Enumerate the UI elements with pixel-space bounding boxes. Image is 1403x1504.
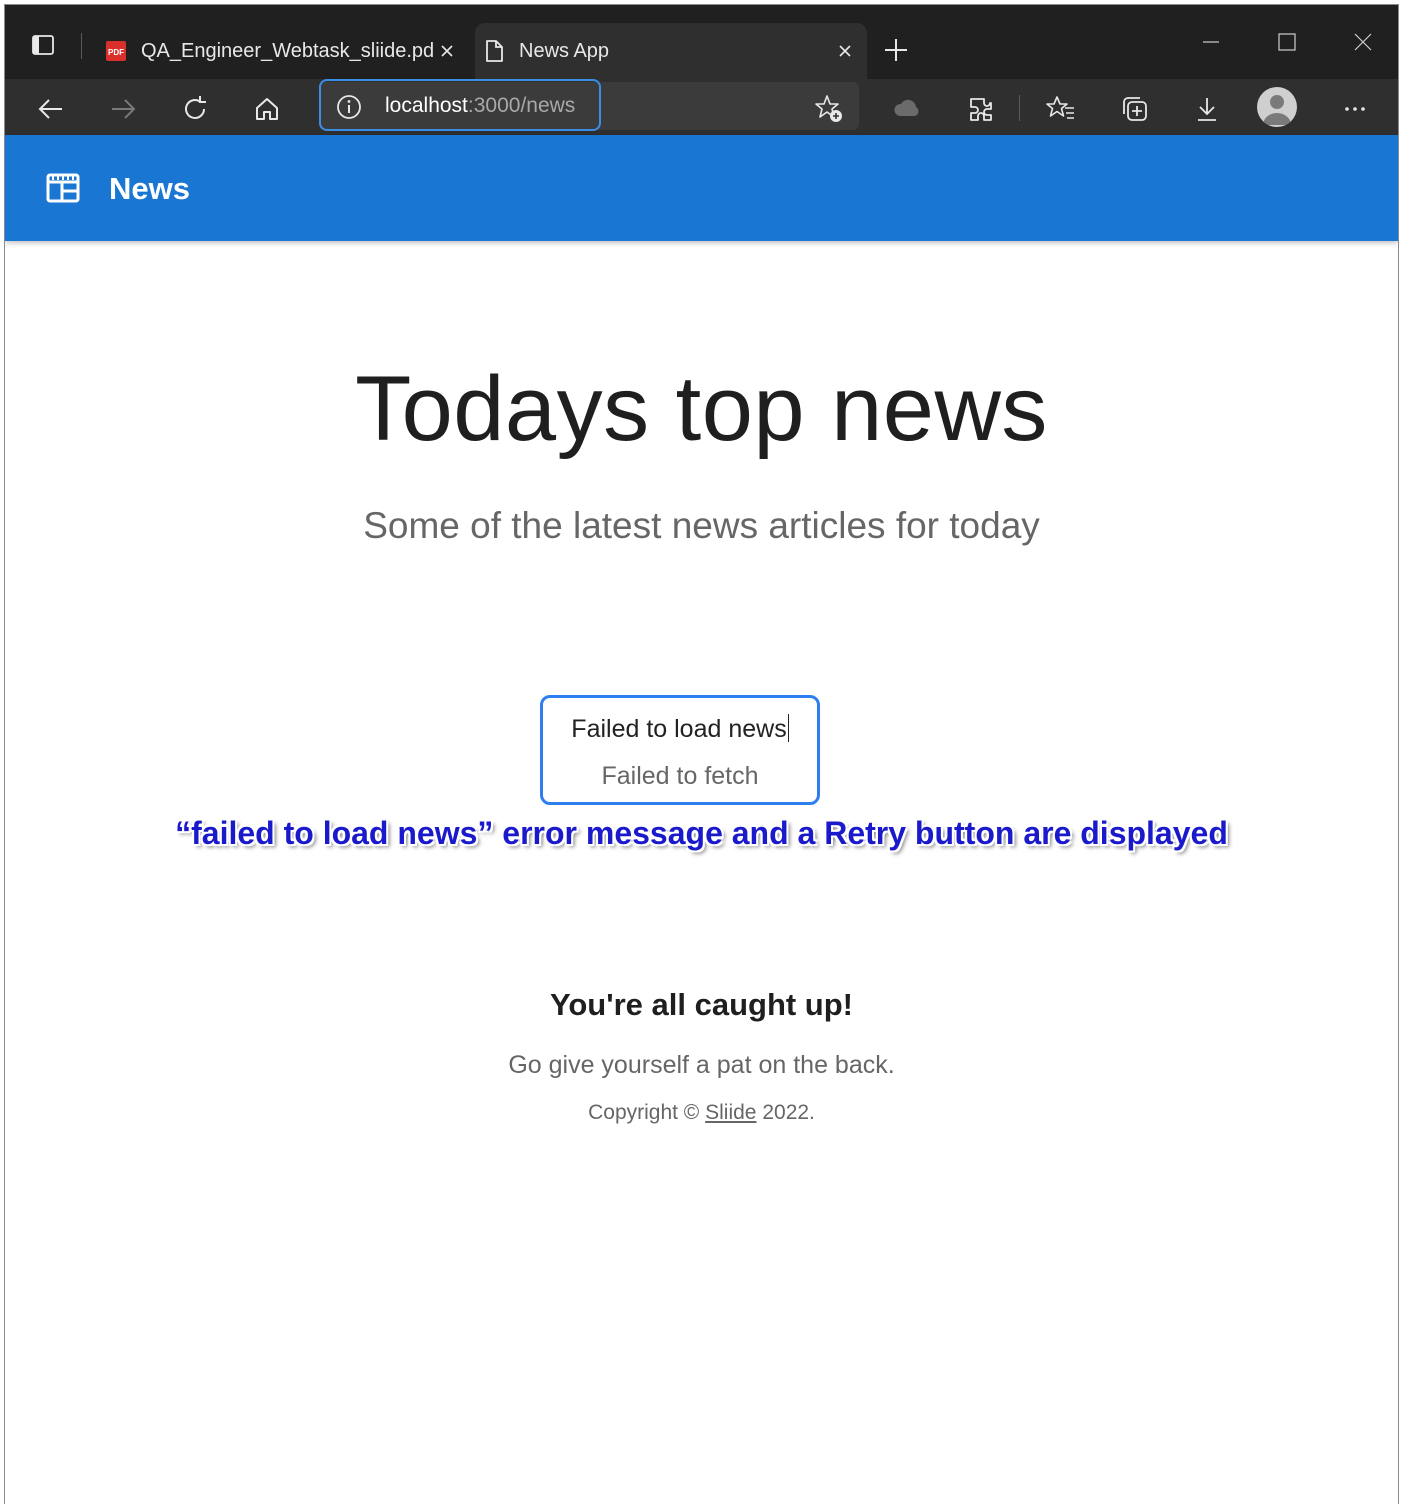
extensions-icon[interactable]	[963, 91, 999, 127]
download-icon[interactable]	[1189, 91, 1225, 127]
error-message: Failed to load news	[543, 714, 817, 744]
sliide-link[interactable]: Sliide	[705, 1101, 756, 1124]
copyright-prefix: Copyright ©	[588, 1101, 700, 1124]
page-subtitle: Some of the latest news articles for tod…	[363, 505, 1040, 546]
address-path: :3000/news	[467, 94, 576, 117]
home-icon[interactable]	[249, 91, 285, 127]
tab-strip: PDF QA_Engineer_Webtask_sliide.pdf News …	[5, 5, 1398, 79]
profile-avatar-icon[interactable]	[1257, 87, 1297, 127]
window-close-icon[interactable]	[1343, 27, 1383, 57]
copyright-year: 2022.	[762, 1101, 815, 1124]
tab-title: News App	[519, 39, 610, 62]
close-icon[interactable]	[831, 37, 859, 65]
retry-button[interactable]: Failed to fetch	[543, 762, 817, 791]
tab-title: QA_Engineer_Webtask_sliide.pdf	[141, 39, 433, 62]
back-arrow-icon[interactable]	[33, 91, 69, 127]
collections-icon[interactable]	[1117, 91, 1153, 127]
annotation-caption: “failed to load news” error message and …	[175, 815, 1228, 851]
app-bar: News	[5, 135, 1398, 241]
cloud-icon[interactable]	[889, 91, 925, 127]
address-host: localhost	[385, 94, 468, 117]
page-icon	[481, 38, 507, 64]
tab-pdf[interactable]: PDF QA_Engineer_Webtask_sliide.pdf	[97, 23, 469, 79]
favorites-icon[interactable]	[1043, 91, 1079, 127]
text-cursor	[787, 714, 789, 742]
toolbar-separator	[1019, 95, 1020, 121]
pdf-icon: PDF	[103, 38, 129, 64]
info-icon[interactable]	[335, 93, 363, 121]
tab-actions-icon[interactable]	[31, 33, 55, 57]
forward-arrow-icon[interactable]	[105, 91, 141, 127]
svg-text:PDF: PDF	[108, 48, 124, 57]
address-text[interactable]: localhost:3000/news	[385, 94, 575, 118]
error-message-text: Failed to load news	[571, 715, 787, 743]
minimize-icon[interactable]	[1191, 27, 1231, 57]
page-title: Todays top news	[355, 358, 1048, 460]
maximize-icon[interactable]	[1267, 27, 1307, 57]
copyright: Copyright © Sliide 2022.	[5, 1101, 1398, 1125]
error-card: Failed to load news Failed to fetch	[540, 695, 820, 805]
add-favorite-icon[interactable]	[811, 91, 847, 127]
tab-news-app[interactable]: News App	[475, 23, 867, 79]
newspaper-icon	[45, 172, 81, 204]
close-icon[interactable]	[433, 37, 461, 65]
browser-window: PDF QA_Engineer_Webtask_sliide.pdf News …	[4, 4, 1399, 1504]
refresh-icon[interactable]	[177, 91, 213, 127]
new-tab-icon[interactable]	[881, 35, 911, 65]
browser-toolbar: localhost:3000/news	[5, 79, 1398, 135]
caught-up-heading: You're all caught up!	[549, 987, 854, 1022]
more-options-icon[interactable]	[1337, 91, 1373, 127]
caught-up-message: Go give yourself a pat on the back.	[508, 1051, 895, 1079]
app-title[interactable]: News	[109, 171, 190, 207]
tab-separator	[81, 33, 82, 59]
